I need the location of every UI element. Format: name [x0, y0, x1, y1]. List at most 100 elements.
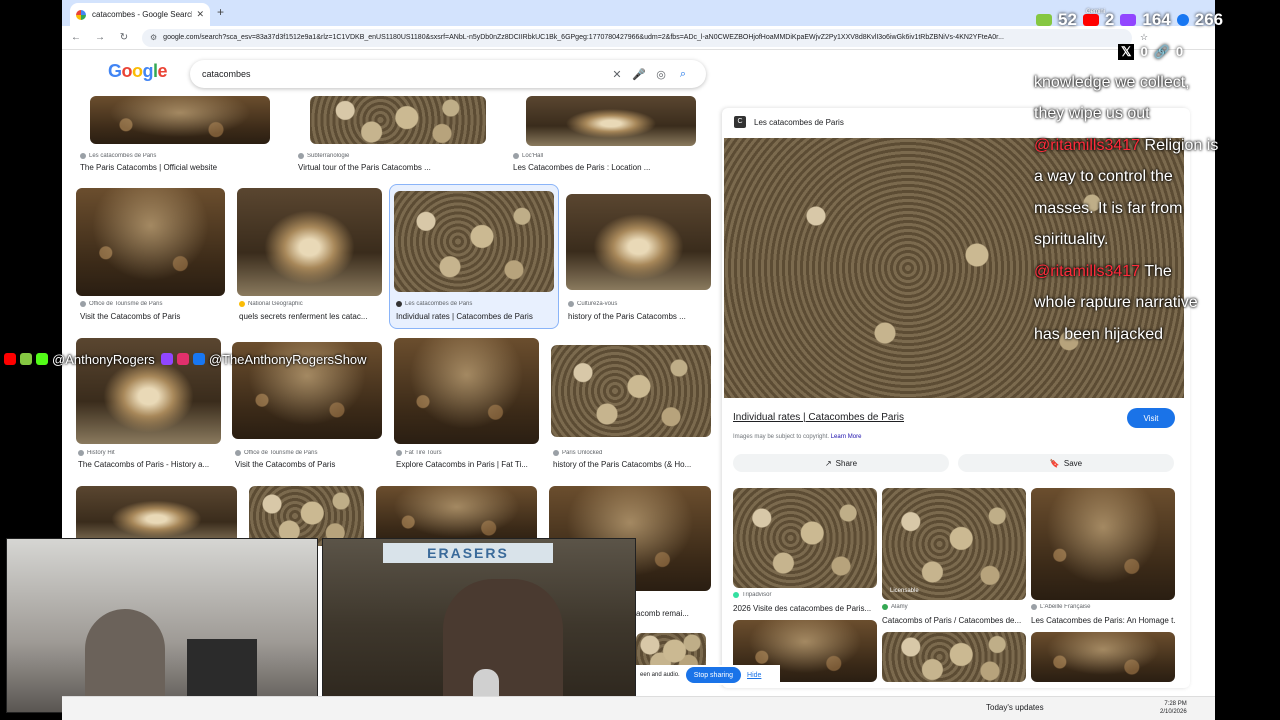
laptop [187, 639, 257, 699]
copyright-note: Images may be subject to copyright. Lear… [733, 434, 862, 440]
result-image[interactable] [310, 96, 486, 144]
result-image[interactable] [394, 191, 554, 292]
instagram-icon [176, 353, 189, 365]
share-icon: ↗ [824, 458, 832, 468]
result-title[interactable]: Visit the Catacombs of Paris [235, 460, 385, 469]
site-favicon-icon [80, 301, 86, 307]
tab-search[interactable]: catacombes - Google Search ✕ [70, 3, 210, 26]
related-image[interactable] [1031, 488, 1175, 600]
result-image[interactable] [394, 338, 539, 444]
related-title[interactable]: Les Catacombes de Paris: An Homage t... [1031, 616, 1175, 625]
bookmark-icon: 🔖 [1049, 458, 1060, 468]
google-logo[interactable]: Google [108, 61, 168, 82]
result-source[interactable]: Paris Unlocked [553, 450, 713, 456]
screen-share-bar: een and audio. Stop sharing Hide [636, 665, 780, 685]
address-bar[interactable]: ⚙ google.com/search?sca_esv=83a37d3f1512… [142, 28, 1132, 47]
visit-button[interactable]: Visit [1127, 408, 1175, 428]
related-title[interactable]: Catacombs of Paris / Catacombes de... [882, 616, 1026, 625]
site-favicon-icon [396, 450, 402, 456]
back-icon[interactable]: ← [66, 32, 86, 43]
lens-icon[interactable]: ◎ [650, 68, 672, 81]
result-title[interactable]: history of the Paris Catacombs (& Ho... [553, 460, 713, 469]
result-image[interactable] [551, 345, 711, 437]
result-title[interactable]: Virtual tour of the Paris Catacombs ... [298, 163, 488, 172]
result-source[interactable]: Les catacombes de Paris [396, 301, 556, 307]
learn-more-link[interactable]: Learn More [831, 434, 862, 440]
search-input[interactable] [202, 69, 606, 79]
related-image[interactable] [882, 632, 1026, 682]
rumble-icon [20, 353, 32, 365]
chat-line: whole rapture narrative [1034, 294, 1198, 311]
result-source[interactable]: Office de Tourisme de Paris [80, 301, 230, 307]
site-favicon-icon [78, 450, 84, 456]
result-source[interactable]: Loc'Hall [513, 153, 703, 159]
site-favicon-icon [568, 301, 574, 307]
result-title[interactable]: Explore Catacombs in Paris | Fat Ti... [396, 460, 546, 469]
save-button[interactable]: 🔖 Save [958, 454, 1174, 472]
result-source[interactable]: Les catacombes de Paris [80, 153, 280, 159]
updates-widget[interactable]: Today's updates [986, 703, 1044, 712]
forward-icon[interactable]: → [90, 32, 110, 43]
close-tab-icon[interactable]: ✕ [196, 9, 204, 20]
site-info-icon[interactable]: ⚙ [150, 33, 157, 42]
result-image[interactable] [90, 96, 270, 144]
result-title[interactable]: Les Catacombes de Paris : Location ... [513, 163, 703, 172]
kick-icon [36, 353, 48, 365]
chat-line: knowledge we collect, [1034, 74, 1190, 91]
result-source[interactable]: Office de Tourisme de Paris [235, 450, 385, 456]
reload-icon[interactable]: ↻ [114, 32, 134, 43]
related-source[interactable]: Tripadvisor [733, 592, 877, 598]
related-image[interactable] [1031, 632, 1175, 682]
result-image[interactable] [76, 188, 225, 296]
chat-overlay: knowledge we collect, they wipe us out @… [1024, 0, 1280, 360]
panel-header[interactable]: C Les catacombes de Paris [734, 116, 844, 128]
result-source[interactable]: Subterranologie [298, 153, 488, 159]
result-source[interactable]: Fat Tire Tours [396, 450, 546, 456]
result-source[interactable]: National Geographic [239, 301, 384, 307]
youtube-icon [4, 353, 16, 365]
panel-title-link[interactable]: Individual rates | Catacombes de Paris [733, 412, 904, 423]
result-title[interactable]: Visit the Catacombs of Paris [80, 312, 230, 321]
site-favicon-icon [80, 153, 86, 159]
chat-line: they wipe us out [1034, 105, 1150, 122]
result-title[interactable]: The Catacombs of Paris - History a... [78, 460, 228, 469]
share-button[interactable]: ↗ Share [733, 454, 949, 472]
twitch-icon [160, 353, 173, 365]
related-image[interactable]: Licensable [882, 488, 1026, 600]
site-favicon-icon [298, 153, 304, 159]
facebook-icon [192, 353, 205, 365]
site-favicon-icon: C [734, 116, 746, 128]
clear-icon[interactable]: ✕ [606, 68, 628, 81]
result-image[interactable] [566, 194, 711, 290]
site-favicon-icon [513, 153, 519, 159]
hide-button[interactable]: Hide [747, 672, 761, 679]
result-source[interactable]: Cultureza-vous [568, 301, 713, 307]
result-title[interactable]: quels secrets renferment les catac... [239, 312, 384, 321]
microphone-icon[interactable]: 🎤 [628, 68, 650, 81]
wall-sign: ERASERS [383, 543, 553, 563]
result-image[interactable] [249, 486, 364, 546]
related-title[interactable]: 2026 Visite des catacombes de Paris... [733, 604, 877, 613]
site-favicon-icon [882, 604, 888, 610]
system-clock[interactable]: 7:28 PM 2/10/2026 [1160, 700, 1187, 716]
result-image[interactable] [526, 96, 696, 146]
handle-secondary: @TheAnthonyRogersShow [208, 351, 367, 367]
result-image[interactable] [76, 486, 237, 546]
result-title[interactable]: Individual rates | Catacombes de Paris [396, 312, 556, 321]
result-title[interactable]: acomb remai... [636, 609, 716, 618]
related-image[interactable] [733, 488, 877, 588]
result-title[interactable]: The Paris Catacombs | Official website [80, 163, 280, 172]
result-image[interactable] [237, 188, 382, 296]
site-favicon-icon [733, 592, 739, 598]
site-favicon-icon [396, 301, 402, 307]
related-source[interactable]: Alamy [882, 604, 1026, 610]
result-title[interactable]: history of the Paris Catacombs ... [568, 312, 713, 321]
chat-line: a way to control the [1034, 168, 1173, 185]
related-source[interactable]: L'Abeille Française [1031, 604, 1175, 610]
url-text: google.com/search?sca_esv=83a37d3f1512e9… [163, 34, 1004, 41]
new-tab-icon[interactable]: + [217, 5, 224, 19]
result-image[interactable] [376, 486, 537, 546]
result-source[interactable]: History Hit [78, 450, 228, 456]
search-icon[interactable]: ⌕ [672, 68, 694, 81]
stop-sharing-button[interactable]: Stop sharing [685, 667, 742, 683]
